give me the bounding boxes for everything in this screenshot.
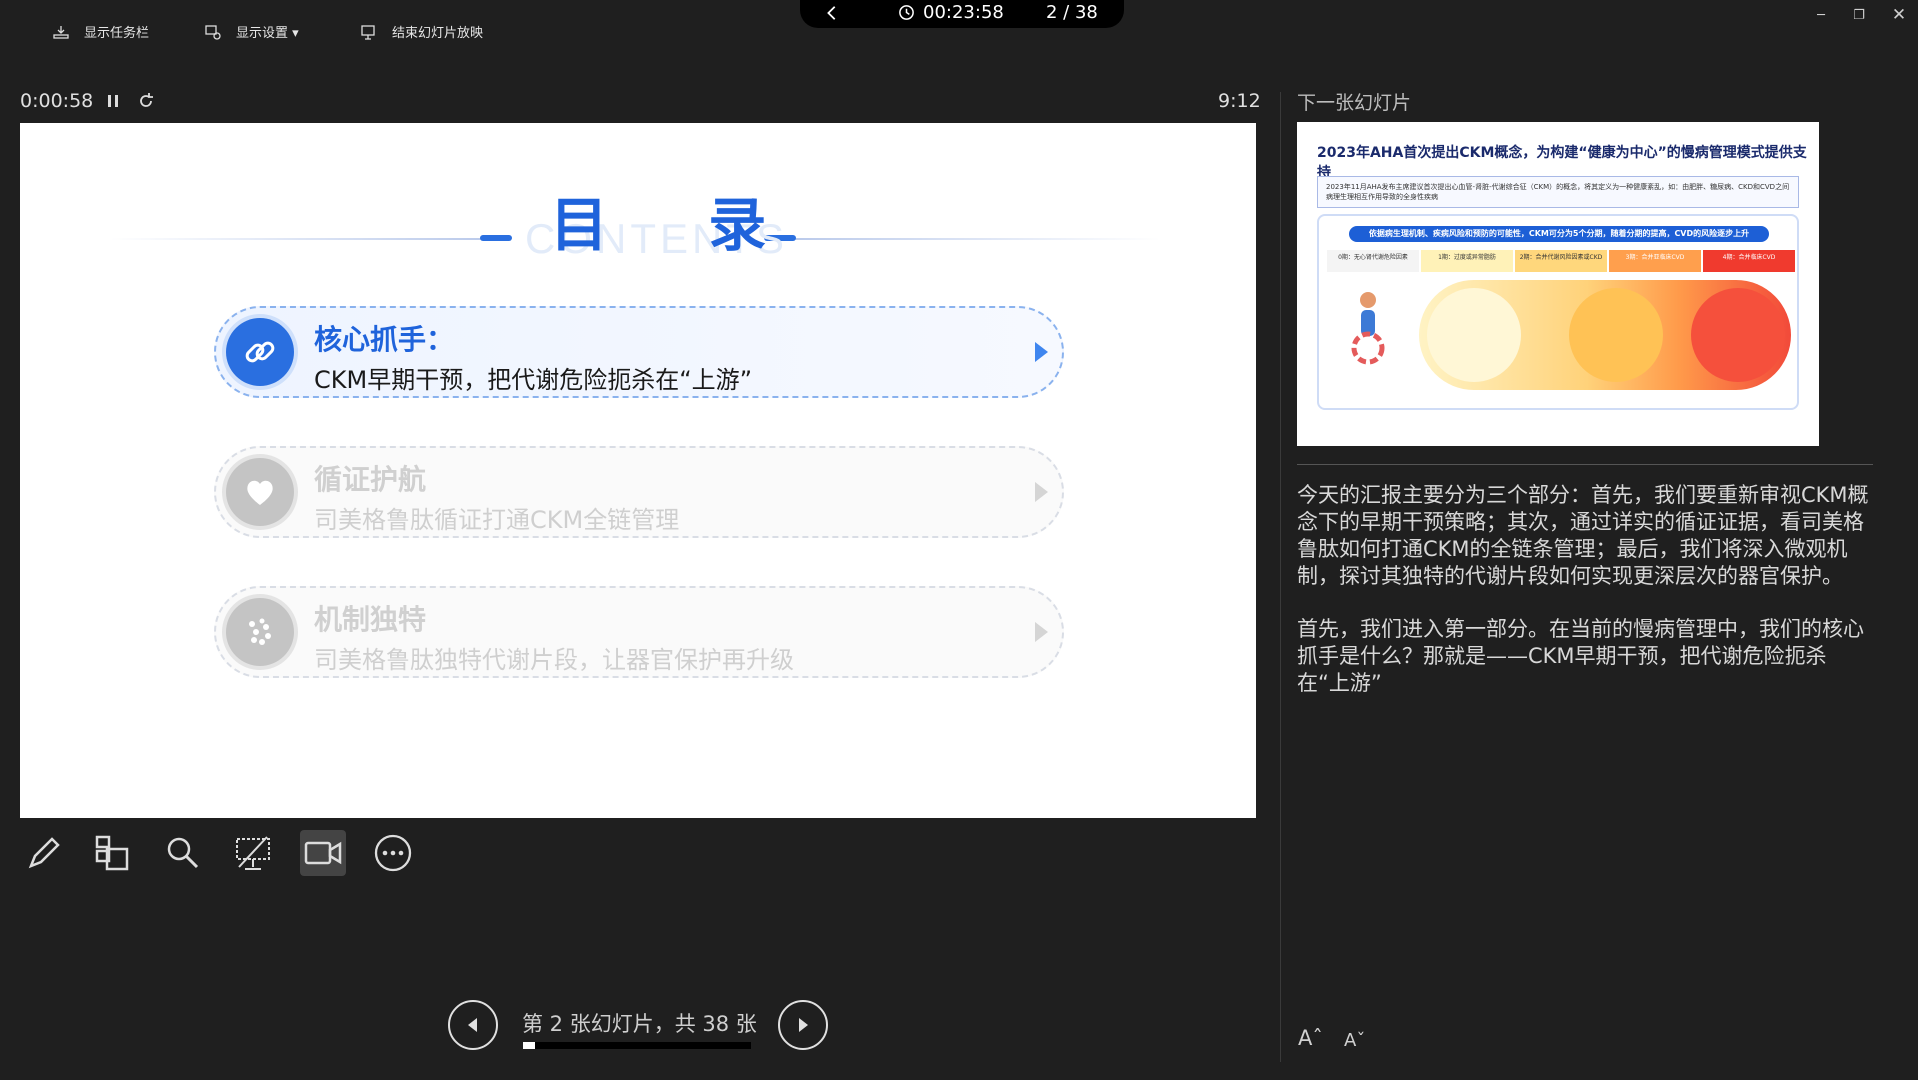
see-all-slides-icon[interactable] bbox=[90, 830, 136, 876]
slide-position-label: 第 2 张幻灯片，共 38 张 bbox=[522, 1012, 757, 1036]
notes-divider bbox=[1297, 464, 1873, 465]
heart-icon bbox=[226, 458, 294, 526]
contents-item-1: 核心抓手： CKM早期干预，把代谢危险扼杀在“上游” bbox=[214, 306, 1064, 398]
end-slideshow-label: 结束幻灯片放映 bbox=[392, 26, 484, 41]
contents-item-3: 机制独特 司美格鲁肽独特代谢片段，让器官保护再升级 bbox=[214, 586, 1064, 678]
triangle-arrow-icon bbox=[1035, 342, 1048, 362]
next-slide-button[interactable] bbox=[778, 1000, 828, 1050]
end-slideshow-icon bbox=[361, 24, 375, 40]
camera-icon[interactable] bbox=[300, 830, 346, 876]
show-taskbar-label: 显示任务栏 bbox=[84, 26, 150, 41]
clock-icon bbox=[899, 5, 914, 20]
notes-paragraph: 首先，我们进入第一部分。在当前的慢病管理中，我们的核心抓手是什么？那就是——CK… bbox=[1297, 617, 1864, 695]
pause-icon[interactable] bbox=[104, 92, 122, 110]
presenter-toolbar: 显示任务栏 显示设置 ▾ 结束幻灯片放映 00:23:58 2 / 38 ─ ❐… bbox=[0, 0, 1918, 64]
triangle-arrow-icon bbox=[1035, 482, 1048, 502]
minimize-icon[interactable]: ─ bbox=[1810, 4, 1832, 26]
contents-item-subtitle: CKM早期干预，把代谢危险扼杀在“上游” bbox=[314, 366, 753, 394]
restore-icon[interactable]: ❐ bbox=[1848, 4, 1870, 26]
show-taskbar-button[interactable]: 显示任务栏 bbox=[52, 22, 149, 41]
title-decor-line-left bbox=[110, 238, 500, 240]
ckm-stages: 0期：无心肾代谢危险因素 1期：过度或异常脂肪 2期：合并代谢风险因素或CKD … bbox=[1327, 250, 1795, 272]
contents-item-heading: 机制独特 bbox=[314, 603, 427, 636]
contents-item-heading: 循证护航 bbox=[314, 463, 427, 496]
total-timer: 00:23:58 bbox=[898, 2, 1004, 23]
end-slideshow-button[interactable]: 结束幻灯片放映 bbox=[360, 22, 483, 41]
ckm-stage: 0期：无心肾代谢危险因素 bbox=[1327, 250, 1419, 272]
reset-timer-icon[interactable] bbox=[136, 91, 156, 111]
next-slide-diagram: 依据病生理机制、疾病风险和预防的可能性，CKM可分为5个分期，随着分期的提高，C… bbox=[1317, 214, 1799, 410]
contents-item-subtitle: 司美格鲁肽独特代谢片段，让器官保护再升级 bbox=[314, 646, 794, 674]
back-chevron-icon[interactable] bbox=[820, 1, 844, 25]
play-right-icon bbox=[799, 1018, 808, 1032]
molecule-icon bbox=[226, 598, 294, 666]
decrease-font-button[interactable]: Aˇ bbox=[1344, 1030, 1365, 1051]
title-decor-line-right bbox=[780, 238, 1160, 240]
zoom-icon[interactable] bbox=[160, 830, 206, 876]
more-options-icon[interactable] bbox=[370, 830, 416, 876]
slide-counter: 2 / 38 bbox=[1046, 2, 1098, 23]
total-time: 00:23:58 bbox=[923, 2, 1004, 23]
speaker-notes[interactable]: 今天的汇报主要分为三个部分：首先，我们要重新审视CKM概念下的早期干预策略；其次… bbox=[1297, 482, 1877, 723]
pen-icon[interactable] bbox=[20, 830, 66, 876]
health-figure-icon bbox=[1351, 292, 1385, 365]
slide-title: 目 录 bbox=[550, 191, 807, 259]
ckm-stage: 2期：合并代谢风险因素或CKD bbox=[1515, 250, 1607, 272]
title-decor-dash-left bbox=[480, 235, 512, 241]
notes-paragraph: 今天的汇报主要分为三个部分：首先，我们要重新审视CKM概念下的早期干预策略；其次… bbox=[1297, 483, 1869, 588]
slide-tools bbox=[20, 830, 416, 876]
display-settings-label: 显示设置 ▾ bbox=[236, 26, 299, 41]
link-icon bbox=[226, 318, 294, 386]
contents-item-heading: 核心抓手： bbox=[314, 323, 455, 356]
display-settings-button[interactable]: 显示设置 ▾ bbox=[204, 22, 299, 41]
taskbar-icon bbox=[53, 25, 69, 39]
slide-progress-bar bbox=[523, 1042, 751, 1049]
increase-font-button[interactable]: Aˆ bbox=[1298, 1026, 1323, 1050]
ckm-stage: 4期：合并临床CVD bbox=[1703, 250, 1795, 272]
session-pill: 00:23:58 2 / 38 bbox=[800, 0, 1124, 28]
black-screen-icon[interactable] bbox=[230, 830, 276, 876]
display-settings-icon bbox=[205, 24, 221, 40]
previous-slide-button[interactable] bbox=[448, 1000, 498, 1050]
stage1-circle bbox=[1427, 288, 1521, 382]
ckm-stage: 3期：合并亚临床CVD bbox=[1609, 250, 1701, 272]
stage2-circle bbox=[1569, 288, 1663, 382]
ckm-progression-shape bbox=[1419, 280, 1791, 390]
current-clock: 9:12 bbox=[1218, 90, 1261, 112]
close-icon[interactable]: ✕ bbox=[1888, 4, 1910, 26]
contents-item-2: 循证护航 司美格鲁肽循证打通CKM全链管理 bbox=[214, 446, 1064, 538]
triangle-arrow-icon bbox=[1035, 622, 1048, 642]
contents-item-subtitle: 司美格鲁肽循证打通CKM全链管理 bbox=[314, 506, 680, 534]
ckm-stage: 1期：过度或异常脂肪 bbox=[1421, 250, 1513, 272]
next-slide-preview[interactable]: 2023年AHA首次提出CKM概念，为构建“健康为中心”的慢病管理模式提供支持 … bbox=[1297, 122, 1819, 446]
elapsed-time: 0:00:58 bbox=[20, 90, 94, 112]
stage4-circle bbox=[1691, 288, 1785, 382]
next-slide-definition: 2023年11月AHA发布主席建议首次提出心血管-肾脏-代谢综合征（CKM）的概… bbox=[1317, 176, 1799, 208]
next-slide-banner: 依据病生理机制、疾病风险和预防的可能性，CKM可分为5个分期，随着分期的提高，C… bbox=[1349, 226, 1769, 242]
slide-progress-fill bbox=[523, 1042, 536, 1049]
play-left-icon bbox=[468, 1018, 477, 1032]
current-slide: CONTENTS 目 录 核心抓手： CKM早期干预，把代谢危险扼杀在“上游” … bbox=[20, 123, 1256, 818]
panel-divider[interactable] bbox=[1280, 92, 1281, 1062]
next-slide-label: 下一张幻灯片 bbox=[1297, 92, 1412, 114]
